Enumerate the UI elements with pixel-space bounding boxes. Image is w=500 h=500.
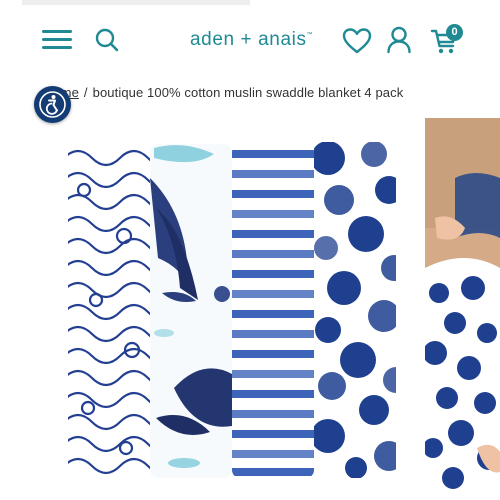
swaddle-stripes-pattern (232, 144, 314, 478)
logo-text: aden + anais (190, 29, 307, 50)
user-icon[interactable] (386, 26, 412, 54)
product-image-secondary[interactable] (425, 118, 500, 500)
cart-icon[interactable]: 0 (430, 24, 466, 56)
search-icon[interactable] (94, 27, 120, 53)
site-header: aden + anais™ 0 (0, 14, 500, 70)
breadcrumb-separator: / (83, 85, 88, 100)
hamburger-menu-icon[interactable] (42, 28, 74, 52)
top-banner-strip (22, 0, 250, 5)
heart-icon[interactable] (342, 27, 372, 55)
logo-trademark: ™ (306, 32, 313, 38)
product-image-main[interactable] (44, 118, 420, 488)
brand-logo[interactable]: aden + anais™ (190, 29, 313, 51)
breadcrumb-current: boutique 100% cotton muslin swaddle blan… (92, 85, 404, 100)
breadcrumb: home/boutique 100% cotton muslin swaddle… (46, 85, 403, 100)
cart-count-badge: 0 (446, 24, 463, 41)
swaddle-whale-pattern (150, 144, 232, 478)
swaddle-dots-pattern (314, 142, 396, 478)
